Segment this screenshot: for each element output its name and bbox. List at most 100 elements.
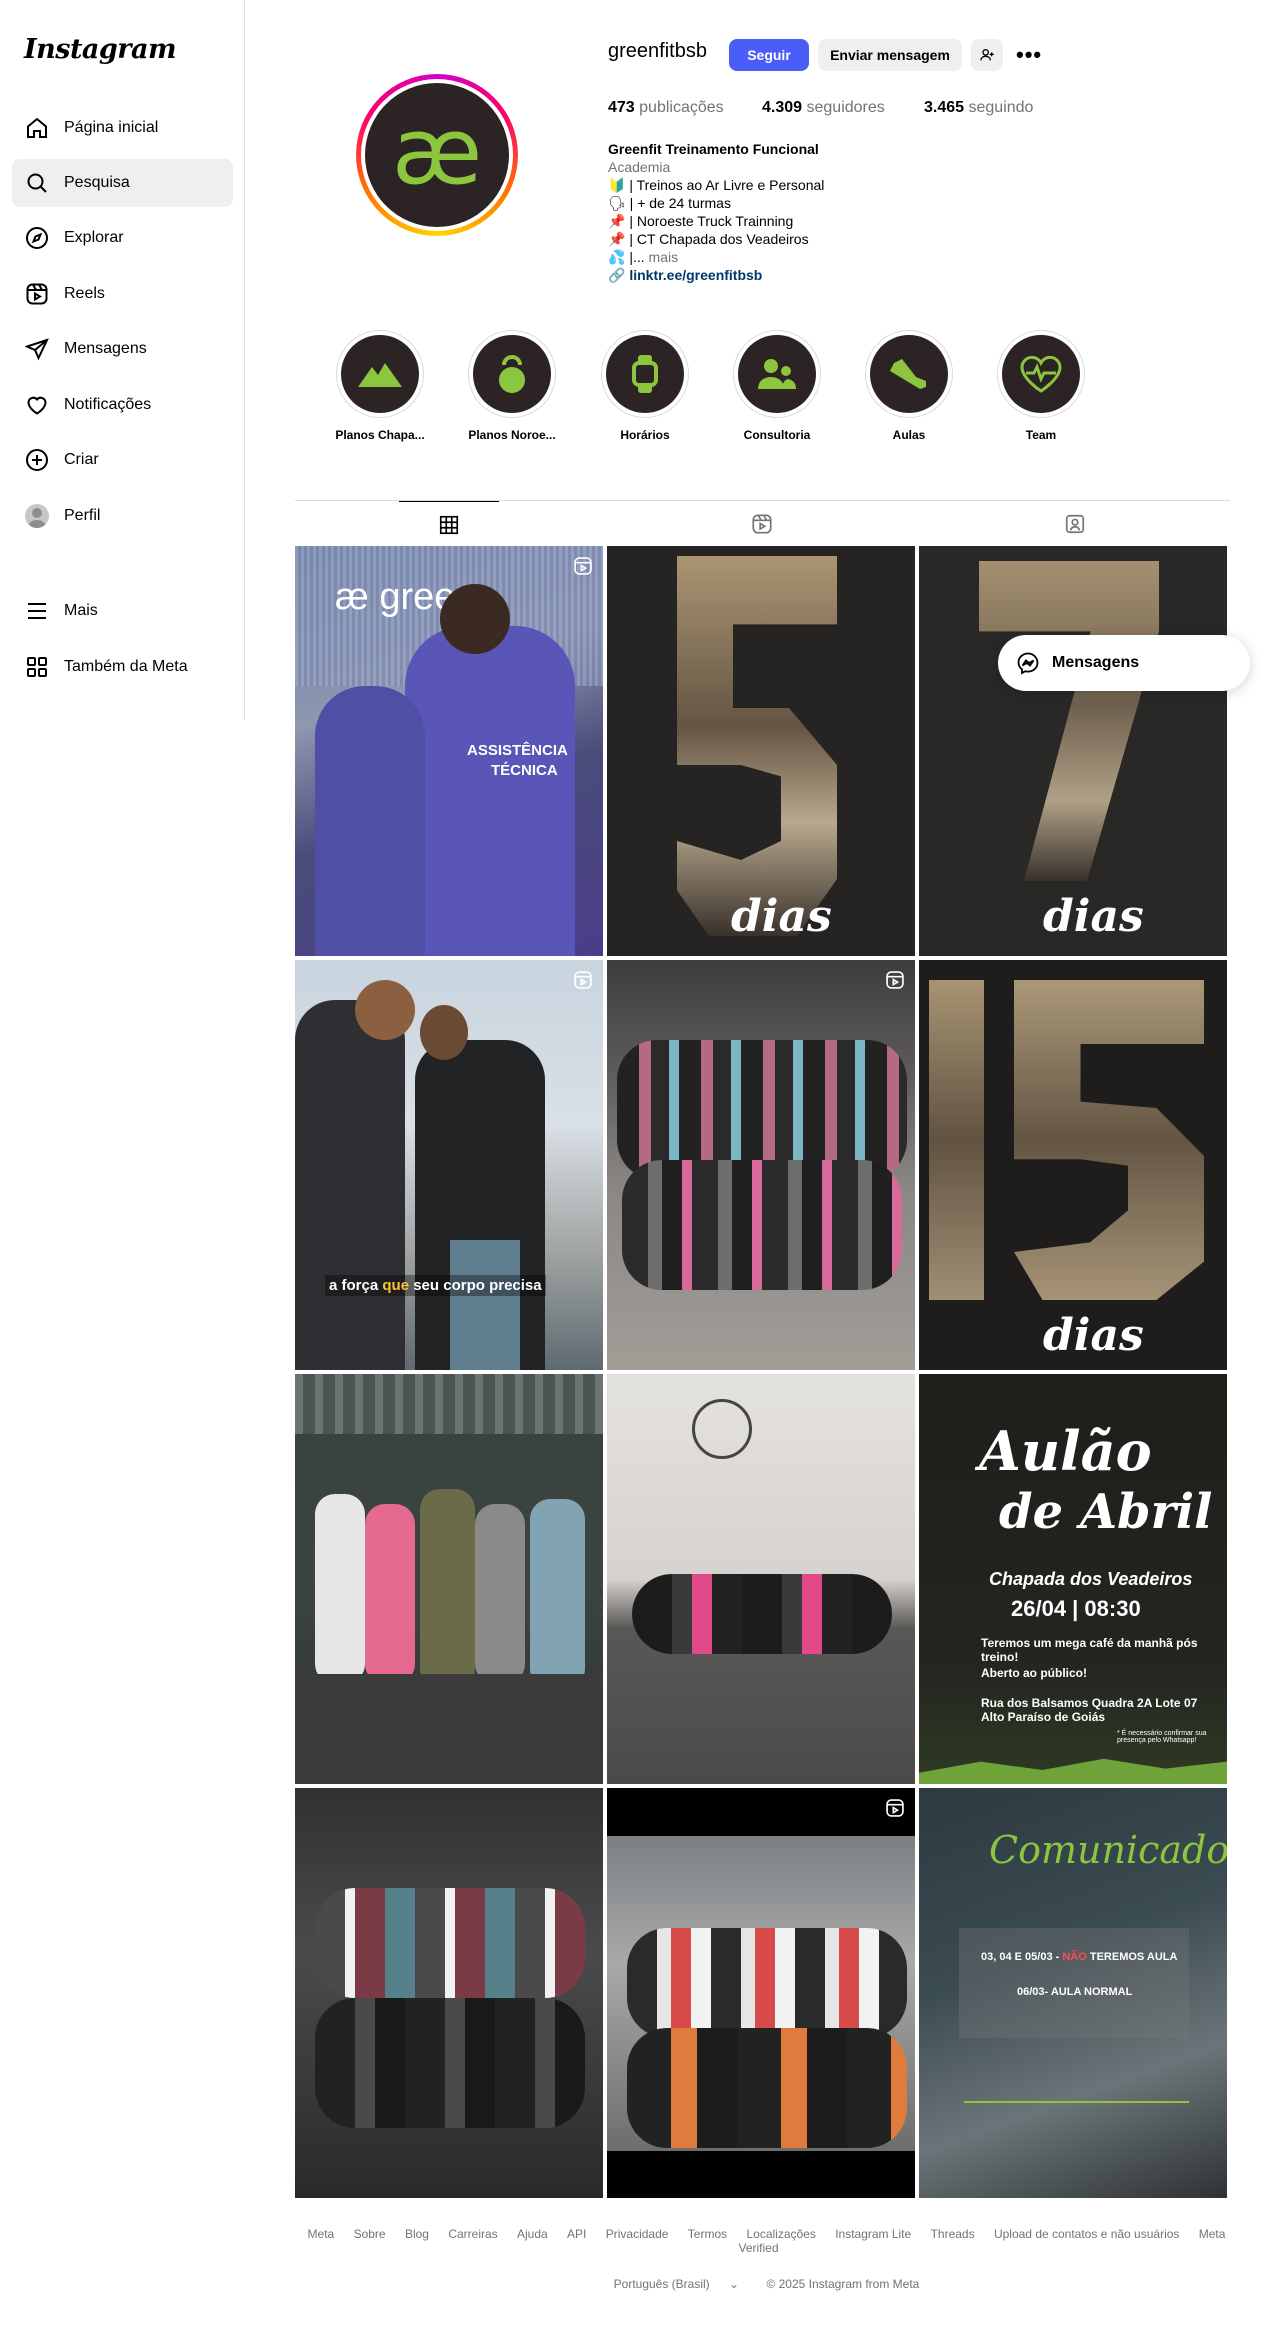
post-tile[interactable] bbox=[607, 960, 915, 1370]
post-tile[interactable]: Comunicado 03, 04 E 05/03 - NÃO TEREMOS … bbox=[919, 1788, 1227, 2198]
tab-reels[interactable] bbox=[712, 501, 812, 547]
reel-icon bbox=[573, 970, 593, 990]
bio-line: 🔰 | Treinos ao Ar Livre e Personal bbox=[608, 177, 825, 193]
fan-icon bbox=[692, 1399, 752, 1459]
followers-stat[interactable]: 4.309 seguidores bbox=[762, 99, 885, 117]
event-date: 26/04 | 08:30 bbox=[1011, 1596, 1141, 1621]
highlight-label: Planos Noroe... bbox=[468, 428, 556, 442]
footer-link[interactable]: Carreiras bbox=[448, 2227, 497, 2241]
sidebar-item-label: Criar bbox=[64, 451, 99, 468]
highlight-item[interactable]: Team bbox=[991, 330, 1091, 442]
sidebar-item-label: Mais bbox=[64, 602, 98, 619]
footer-link[interactable]: API bbox=[567, 2227, 586, 2241]
post-tile[interactable]: dias bbox=[607, 546, 915, 956]
profile-tabs bbox=[295, 500, 1230, 546]
post-caption: dias bbox=[1043, 1310, 1144, 1361]
highlight-label: Team bbox=[1025, 428, 1057, 442]
menu-icon bbox=[24, 598, 50, 624]
event-place: Chapada dos Veadeiros bbox=[989, 1569, 1193, 1589]
bio-more-link[interactable]: mais bbox=[649, 249, 679, 265]
tab-posts[interactable] bbox=[399, 501, 499, 547]
follow-button[interactable]: Seguir bbox=[729, 39, 809, 71]
highlight-label: Horários bbox=[620, 428, 670, 442]
profile-bio: Greenfit Treinamento Funcional Academia … bbox=[608, 140, 824, 284]
tab-tagged[interactable] bbox=[1025, 501, 1125, 547]
post-tile[interactable]: æ green ASSISTÊNCIA TÉCNICA bbox=[295, 546, 603, 956]
event-title: de Abril bbox=[999, 1484, 1213, 1540]
event-info: Teremos um mega café da manhã pós treino… bbox=[981, 1636, 1198, 1664]
highlight-label: Consultoria bbox=[743, 428, 811, 442]
post-caption: a força que seu corpo precisa bbox=[325, 1275, 546, 1296]
messenger-icon bbox=[1017, 652, 1039, 675]
post-tile[interactable]: dias bbox=[919, 546, 1227, 956]
profile-avatar[interactable]: æ bbox=[356, 74, 518, 236]
add-user-icon bbox=[980, 49, 994, 61]
footer-link[interactable]: Localizações bbox=[746, 2227, 815, 2241]
post-tile[interactable] bbox=[295, 1374, 603, 1784]
footer-link[interactable]: Ajuda bbox=[517, 2227, 548, 2241]
grid-icon bbox=[439, 515, 459, 534]
compass-icon bbox=[24, 225, 50, 251]
highlight-label: Planos Chapa... bbox=[335, 428, 425, 442]
event-address: Alto Paraíso de Goiás bbox=[981, 1710, 1106, 1724]
footer: Meta Sobre Blog Carreiras Ajuda API Priv… bbox=[295, 2227, 1230, 2291]
highlight-item[interactable]: Planos Noroe... bbox=[462, 330, 562, 442]
post-tile[interactable]: a força que seu corpo precisa bbox=[295, 960, 603, 1370]
footer-link[interactable]: Instagram Lite bbox=[835, 2227, 911, 2241]
sidebar-item-search[interactable]: Pesquisa bbox=[12, 159, 233, 207]
post-tile[interactable]: dias bbox=[919, 960, 1227, 1370]
bio-line: 📌 | CT Chapada dos Veadeiros bbox=[608, 231, 809, 247]
instagram-logo[interactable]: Instagram bbox=[24, 34, 177, 65]
footer-link[interactable]: Termos bbox=[688, 2227, 727, 2241]
footer-link[interactable]: Privacidade bbox=[606, 2227, 669, 2241]
footer-link[interactable]: Meta bbox=[308, 2227, 335, 2241]
tagged-icon bbox=[1065, 514, 1085, 534]
post-tile[interactable] bbox=[607, 1374, 915, 1784]
sidebar-item-label: Perfil bbox=[64, 507, 101, 524]
send-message-button[interactable]: Enviar mensagem bbox=[818, 39, 962, 71]
heart-icon bbox=[24, 392, 50, 418]
highlight-label: Aulas bbox=[892, 428, 926, 442]
highlight-item[interactable]: Planos Chapa... bbox=[330, 330, 430, 442]
language-select[interactable]: Português (Brasil) ⌄ bbox=[606, 2277, 747, 2291]
following-stat[interactable]: 3.465 seguindo bbox=[924, 99, 1033, 117]
bio-line: 🗣 | + de 24 turmas bbox=[608, 195, 731, 211]
sidebar-item-profile[interactable]: Perfil bbox=[12, 492, 233, 540]
mountain-icon bbox=[358, 363, 402, 387]
sidebar-item-label: Mensagens bbox=[64, 340, 147, 357]
footer-link[interactable]: Sobre bbox=[354, 2227, 386, 2241]
sidebar-item-create[interactable]: Criar bbox=[12, 436, 233, 484]
sidebar-item-also-from-meta[interactable]: Também da Meta bbox=[12, 643, 233, 691]
messages-button[interactable]: Mensagens bbox=[998, 635, 1250, 691]
highlight-item[interactable]: Aulas bbox=[859, 330, 959, 442]
highlight-item[interactable]: Consultoria bbox=[727, 330, 827, 442]
reel-icon bbox=[885, 970, 905, 990]
heartbeat-icon bbox=[1020, 355, 1062, 393]
sidebar-item-more[interactable]: Mais bbox=[12, 587, 233, 635]
suggest-users-button[interactable] bbox=[971, 39, 1003, 71]
announcement-title: Comunicado bbox=[989, 1828, 1227, 1872]
footer-link[interactable]: Upload de contatos e não usuários bbox=[994, 2227, 1179, 2241]
sidebar-item-notifications[interactable]: Notificações bbox=[12, 381, 233, 429]
footer-link[interactable]: Blog bbox=[405, 2227, 429, 2241]
reel-icon bbox=[573, 556, 593, 576]
post-caption: dias bbox=[731, 891, 832, 942]
bio-link[interactable]: linktr.ee/greenfitbsb bbox=[629, 267, 762, 283]
post-tile[interactable] bbox=[295, 1788, 603, 2198]
footer-link[interactable]: Threads bbox=[931, 2227, 975, 2241]
link-icon: 🔗 bbox=[608, 267, 626, 283]
post-caption: dias bbox=[1043, 891, 1144, 942]
sidebar-item-explore[interactable]: Explorar bbox=[12, 214, 233, 262]
shirt-text: TÉCNICA bbox=[491, 762, 558, 779]
search-icon bbox=[24, 170, 50, 196]
sidebar-item-home[interactable]: Página inicial bbox=[12, 104, 233, 152]
sidebar-item-messages[interactable]: Mensagens bbox=[12, 325, 233, 373]
sidebar-item-reels[interactable]: Reels bbox=[12, 270, 233, 318]
post-tile[interactable]: Aulão de Abril Chapada dos Veadeiros 26/… bbox=[919, 1374, 1227, 1784]
post-tile[interactable] bbox=[607, 1788, 915, 2198]
home-icon bbox=[24, 115, 50, 141]
sidebar-item-label: Também da Meta bbox=[64, 658, 188, 675]
highlight-item[interactable]: Horários bbox=[595, 330, 695, 442]
more-options-icon[interactable]: ••• bbox=[1016, 42, 1042, 68]
avatar bbox=[25, 504, 49, 528]
